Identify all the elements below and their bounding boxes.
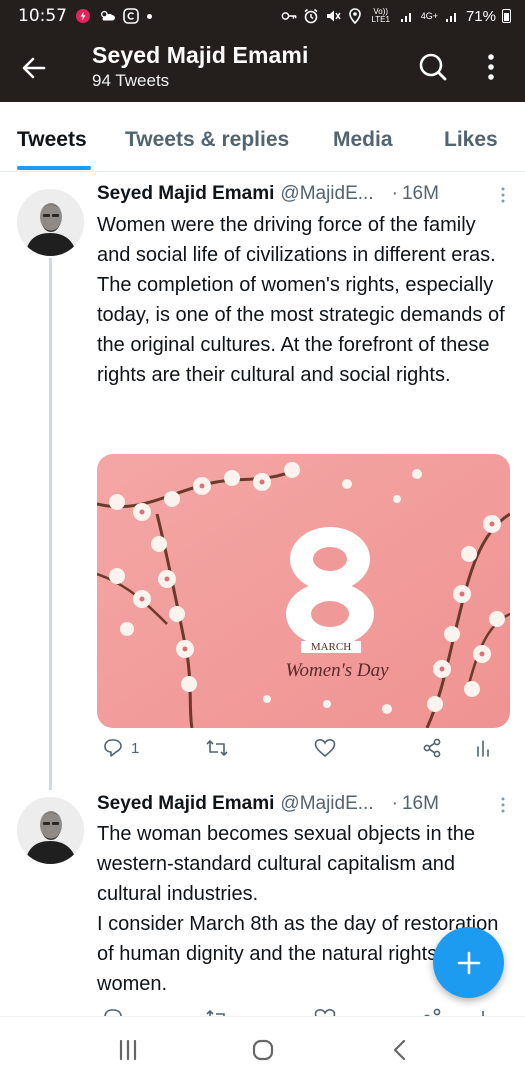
search-icon xyxy=(419,53,447,81)
thread-connector xyxy=(49,258,52,790)
network-label: Vo)) LTE1 xyxy=(371,7,390,24)
tweet-actions: 1 xyxy=(97,738,507,768)
tweet-time: 16M xyxy=(401,183,439,204)
home-button[interactable] xyxy=(248,1037,278,1063)
status-bar: 10:57 Vo)) LTE1 4G+ 71% xyxy=(0,0,525,32)
analytics-button[interactable] xyxy=(475,1008,491,1016)
tweet-text: Women were the driving force of the fami… xyxy=(97,214,505,386)
share-button[interactable] xyxy=(422,1008,442,1016)
analytics-icon xyxy=(477,740,489,757)
retweet-button[interactable] xyxy=(205,738,229,758)
alarm-icon xyxy=(303,8,319,24)
tweet-count: 94 Tweets xyxy=(92,71,170,90)
compose-tweet-button[interactable] xyxy=(433,927,504,998)
profile-tabs: Tweets Tweets & replies Media Likes xyxy=(0,102,525,172)
signal-2-icon xyxy=(444,8,460,24)
status-dot-icon xyxy=(147,13,152,19)
retweet-button[interactable] xyxy=(205,1008,229,1016)
avatar[interactable] xyxy=(17,189,84,256)
tweet-more-button[interactable] xyxy=(499,797,507,813)
like-button[interactable] xyxy=(314,738,336,758)
reply-button[interactable] xyxy=(103,1008,123,1016)
tweet-header: Seyed Majid Emami @MajidE... · 16M xyxy=(97,793,507,815)
analytics-icon xyxy=(482,1011,484,1016)
media-month-label: MARCH xyxy=(301,641,361,653)
tweet-actions xyxy=(97,1008,507,1016)
weather-icon xyxy=(99,8,115,24)
tweet-more-button[interactable] xyxy=(499,187,507,203)
battery-percent: 71% xyxy=(465,7,496,25)
location-icon xyxy=(347,8,363,24)
profile-header: Seyed Majid Emami 94 Tweets xyxy=(0,32,525,102)
tweet-author[interactable]: Seyed Majid Emami xyxy=(97,183,274,205)
more-vertical-icon xyxy=(501,797,505,813)
analytics-button[interactable] xyxy=(475,738,491,758)
back-nav-icon xyxy=(393,1039,406,1061)
key-icon xyxy=(281,8,297,24)
system-navigation-bar xyxy=(0,1016,525,1080)
like-button[interactable] xyxy=(314,1008,336,1016)
retweet-icon xyxy=(206,740,228,756)
tweet-time: 16M xyxy=(401,793,439,814)
reply-icon xyxy=(104,1009,122,1016)
tweet-media-image[interactable]: MARCH Women's Day xyxy=(97,454,510,728)
reply-button[interactable]: 1 xyxy=(103,738,139,758)
more-vertical-icon xyxy=(488,54,494,80)
compose-plus-icon xyxy=(457,951,480,974)
tweet-header: Seyed Majid Emami @MajidE... · 16M xyxy=(97,183,507,205)
more-options-button[interactable] xyxy=(480,52,502,82)
search-button[interactable] xyxy=(418,52,448,82)
media-caption: Women's Day xyxy=(285,660,389,681)
recents-button[interactable] xyxy=(113,1037,143,1063)
recents-icon xyxy=(119,1039,137,1061)
network2-label: 4G+ xyxy=(420,11,438,21)
tab-tweets-replies[interactable]: Tweets & replies xyxy=(125,128,289,152)
tweet-separator: · xyxy=(391,793,398,814)
header-titles: Seyed Majid Emami 94 Tweets xyxy=(92,42,308,91)
notification-icon xyxy=(75,8,91,24)
tab-tweets[interactable]: Tweets xyxy=(17,128,87,152)
back-nav-button[interactable] xyxy=(386,1037,416,1063)
tab-likes[interactable]: Likes xyxy=(444,128,498,152)
tweet-handle[interactable]: @MajidE... xyxy=(280,793,373,815)
avatar[interactable] xyxy=(17,797,84,864)
battery-icon xyxy=(502,9,511,23)
tweet-author[interactable]: Seyed Majid Emami xyxy=(97,793,274,815)
like-icon xyxy=(314,738,336,758)
share-button[interactable] xyxy=(422,738,442,758)
signal-icon xyxy=(399,8,415,24)
reply-icon xyxy=(104,739,122,757)
active-tab-indicator xyxy=(17,166,91,170)
tweet-handle[interactable]: @MajidE... xyxy=(280,183,373,205)
retweet-icon xyxy=(206,1009,225,1016)
browser-icon xyxy=(123,8,139,24)
reply-count: 1 xyxy=(131,739,140,757)
share-icon xyxy=(424,1008,441,1016)
back-arrow-icon xyxy=(22,57,46,79)
tweet-separator: · xyxy=(391,183,398,204)
more-vertical-icon xyxy=(501,187,505,203)
profile-name: Seyed Majid Emami xyxy=(92,42,309,68)
back-button[interactable] xyxy=(20,54,48,82)
home-icon xyxy=(252,1039,274,1061)
like-icon xyxy=(314,1008,336,1016)
status-time: 10:57 xyxy=(18,6,67,26)
mute-icon xyxy=(325,8,341,24)
share-icon xyxy=(423,738,441,758)
tab-media[interactable]: Media xyxy=(333,128,393,152)
